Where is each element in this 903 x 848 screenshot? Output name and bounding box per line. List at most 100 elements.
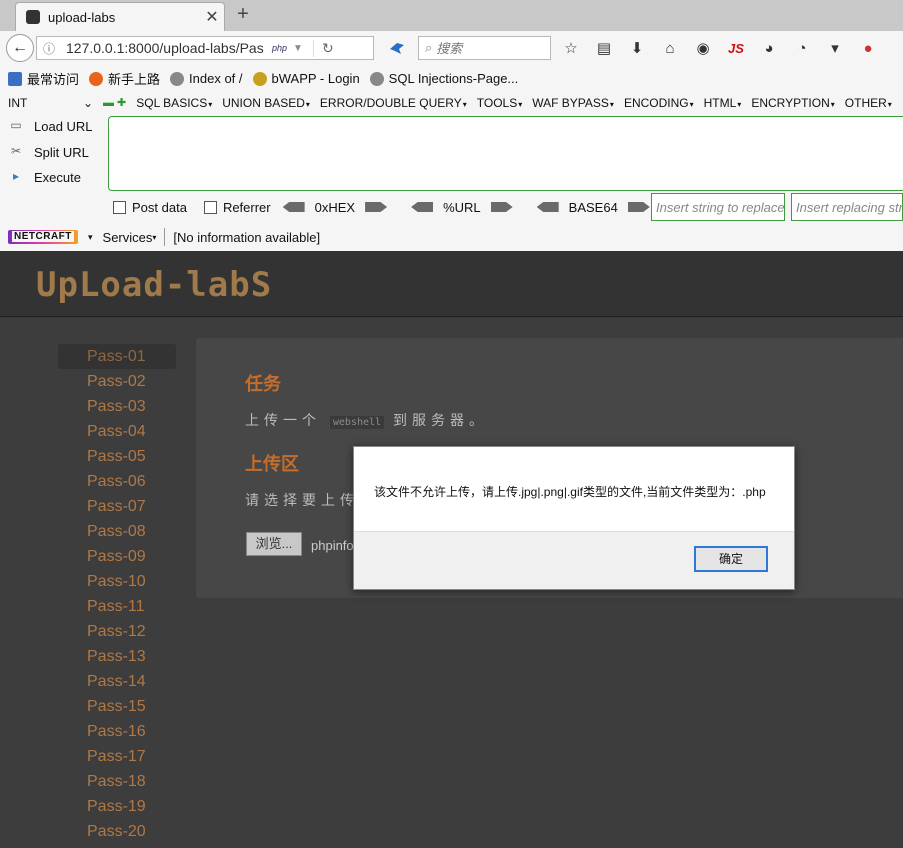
menu-union-based[interactable]: UNION BASED [222, 96, 310, 110]
bookmark-item-sql-injections[interactable]: SQL Injections-Page... [369, 71, 518, 86]
services-menu[interactable]: Services [103, 230, 153, 245]
hackbar-url-textarea[interactable] [108, 116, 903, 191]
globe-icon [369, 71, 384, 86]
sidebar-item-pass-17[interactable]: Pass-17 [58, 744, 176, 769]
sidebar-item-pass-10[interactable]: Pass-10 [58, 569, 176, 594]
home-icon[interactable]: ⌂ [659, 40, 681, 57]
back-button[interactable]: ← [6, 34, 34, 62]
alert-message: 该文件不允许上传，请上传.jpg|.png|.gif类型的文件,当前文件类型为：… [374, 485, 766, 499]
scissors-icon: ✂ [10, 144, 22, 158]
post-data-label: Post data [132, 199, 187, 215]
sidebar-item-pass-04[interactable]: Pass-04 [58, 419, 176, 444]
sidebar-item-pass-19[interactable]: Pass-19 [58, 794, 176, 819]
bookmark-star-icon[interactable]: ☆ [560, 39, 582, 57]
firefox-icon [89, 71, 104, 86]
alert-dialog: 该文件不允许上传，请上传.jpg|.png|.gif类型的文件,当前文件类型为：… [353, 446, 795, 590]
url-label: %URL [443, 199, 481, 215]
address-bar[interactable]: ⓘ 127.0.0.1:8000/upload-labs/Pas php ▼ ↻ [36, 36, 374, 60]
sidebar-item-pass-02[interactable]: Pass-02 [58, 369, 176, 394]
menu-encoding[interactable]: ENCODING [624, 96, 694, 110]
navigation-toolbar: ← ⓘ 127.0.0.1:8000/upload-labs/Pas php ▼… [0, 31, 903, 65]
menu-html[interactable]: HTML [704, 96, 742, 110]
url-text[interactable]: 127.0.0.1:8000/upload-labs/Pas [66, 40, 268, 56]
download-icon[interactable]: ⬇ [626, 39, 648, 57]
hex-encode-arrow-icon[interactable] [365, 202, 388, 212]
bird-extension-icon[interactable] [389, 41, 405, 55]
hex-label: 0xHEX [314, 199, 356, 215]
sidebar-item-pass-01[interactable]: Pass-01 [58, 344, 176, 369]
menu-tools[interactable]: TOOLS [477, 96, 522, 110]
tab-strip: upload-labs ✕ + [0, 0, 903, 31]
profile-extension-icon[interactable]: ● [857, 40, 879, 57]
load-url-button[interactable]: ▭ Load URL [8, 118, 92, 134]
menu-waf-bypass[interactable]: WAF BYPASS [532, 96, 614, 110]
sidebar-item-pass-08[interactable]: Pass-08 [58, 519, 176, 544]
reload-icon[interactable]: ↻ [312, 39, 334, 57]
sidebar-item-pass-07[interactable]: Pass-07 [58, 494, 176, 519]
bookmark-item-most-visited[interactable]: 最常访问 [8, 69, 79, 88]
palette-icon[interactable]: ◔ [791, 40, 813, 57]
netcraft-info: [No information available] [173, 229, 321, 245]
bookmark-item-bwapp[interactable]: bWAPP - Login [252, 71, 360, 86]
sidebar-item-pass-20[interactable]: Pass-20 [58, 819, 176, 844]
chevron-down-icon[interactable]: ▼ [293, 43, 303, 54]
search-box[interactable]: ⌕ [418, 36, 551, 60]
chevron-down-icon: ⌄ [82, 95, 93, 110]
base64-decode-arrow-icon[interactable] [536, 202, 559, 212]
netcraft-logo[interactable]: NETCRAFT [8, 230, 78, 244]
browse-button[interactable]: 浏览... [246, 532, 302, 556]
netcraft-dropdown-icon[interactable]: ▾ [88, 232, 93, 243]
post-data-checkbox[interactable] [113, 200, 126, 214]
sidebar-item-pass-16[interactable]: Pass-16 [58, 719, 176, 744]
sidebar-item-pass-12[interactable]: Pass-12 [58, 619, 176, 644]
type-select[interactable]: INT ⌄ [8, 96, 93, 110]
tab-upload-labs[interactable]: upload-labs ✕ [15, 2, 225, 31]
sidebar-item-pass-15[interactable]: Pass-15 [58, 694, 176, 719]
site-favicon-icon [26, 10, 40, 24]
upload-hint: 请选择要上传 [245, 492, 359, 508]
selected-file-name: phpinfo [311, 538, 354, 553]
reading-list-icon[interactable]: ▤ [593, 39, 615, 57]
replace-string-input[interactable]: Insert string to replace [651, 193, 785, 221]
sidebar-item-pass-13[interactable]: Pass-13 [58, 644, 176, 669]
referrer-checkbox[interactable] [203, 200, 217, 214]
info-icon[interactable]: ⓘ [40, 40, 58, 57]
menu-chevron-icon[interactable]: ▾ [824, 39, 846, 57]
tab-title: upload-labs [48, 9, 116, 25]
menu-error-double-query[interactable]: ERROR/DOUBLE QUERY [320, 96, 467, 110]
search-input[interactable] [436, 40, 537, 56]
sidebar-item-pass-03[interactable]: Pass-03 [58, 394, 176, 419]
page-header: UpLoad-labS [0, 251, 903, 317]
split-url-button[interactable]: ✂ Split URL [8, 144, 89, 160]
bookmark-item-getting-started[interactable]: 新手上路 [89, 69, 160, 88]
new-tab-icon[interactable]: + [232, 3, 254, 26]
sidebar-item-pass-18[interactable]: Pass-18 [58, 769, 176, 794]
close-tab-icon[interactable]: ✕ [200, 7, 224, 27]
arrow-left-icon: ← [12, 39, 28, 56]
execute-button[interactable]: ▸ Execute [8, 169, 81, 185]
menu-encryption[interactable]: ENCRYPTION [751, 96, 834, 110]
hex-decode-arrow-icon[interactable] [282, 202, 305, 212]
sidebar-item-pass-11[interactable]: Pass-11 [58, 594, 176, 619]
js-toggle-icon[interactable]: JS [725, 41, 747, 56]
upload-labs-logo[interactable]: UpLoad-labS [36, 265, 272, 305]
sidebar-item-pass-05[interactable]: Pass-05 [58, 444, 176, 469]
search-icon: ⌕ [425, 40, 433, 55]
base64-encode-arrow-icon[interactable] [627, 202, 650, 212]
globe-extension-icon[interactable]: ◕ [758, 40, 780, 57]
hackbar-menu: INT⌄ ▬ ✚ SQL BASICS UNION BASED ERROR/DO… [0, 92, 903, 113]
menu-other[interactable]: OTHER [845, 96, 892, 110]
sidebar-item-pass-14[interactable]: Pass-14 [58, 669, 176, 694]
addon-menu-icon[interactable]: ◉ [692, 39, 714, 57]
upload-heading: 上传区 [245, 454, 299, 474]
menu-sql-basics[interactable]: SQL BASICS [136, 96, 212, 110]
sidebar-item-pass-06[interactable]: Pass-06 [58, 469, 176, 494]
minus-plus-icons[interactable]: ▬ ✚ [103, 96, 126, 109]
url-encode-arrow-icon[interactable] [490, 202, 513, 212]
ok-button[interactable]: 确定 [694, 546, 768, 572]
bookmark-item-index[interactable]: Index of / [170, 71, 243, 86]
url-decode-arrow-icon[interactable] [411, 202, 434, 212]
replacing-string-input[interactable]: Insert replacing string [791, 193, 903, 221]
task-text: 上传一个 webshell 到服务器。 [245, 412, 488, 429]
sidebar-item-pass-09[interactable]: Pass-09 [58, 544, 176, 569]
